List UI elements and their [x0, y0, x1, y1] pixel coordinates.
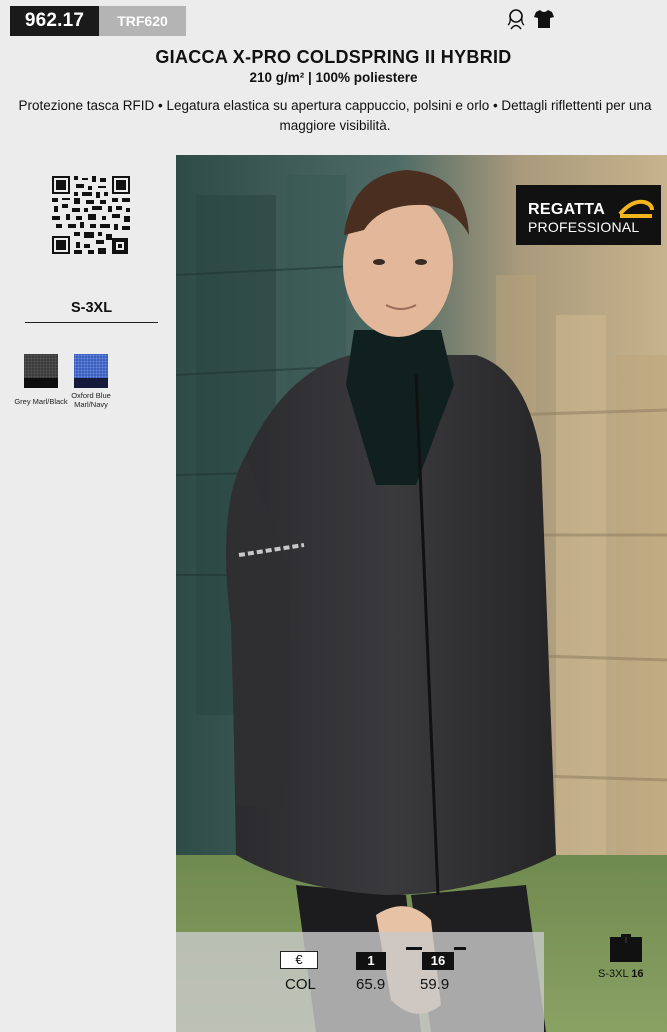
product-photo [176, 155, 667, 1032]
qr-code[interactable] [50, 174, 132, 256]
swatch-top [24, 354, 58, 378]
box-icon [609, 933, 643, 963]
price-tier-1: 65.9 [356, 976, 386, 993]
price-tier-16: 59.9 [420, 976, 450, 993]
woman-icon [505, 8, 527, 30]
header-icons [505, 8, 555, 30]
pack-info: S-3XL 16 [598, 968, 643, 980]
size-divider [25, 322, 158, 323]
pack-size: S-3XL [598, 968, 632, 980]
product-subtitle: 210 g/m² | 100% poliestere [249, 70, 418, 85]
color-swatch-oxford-blue-navy[interactable] [74, 354, 108, 388]
brand-logo: REGATTA PROFESSIONAL [516, 185, 661, 245]
qty-tier-1: 1 [356, 952, 386, 970]
currency-header: € [280, 951, 318, 969]
left-column [0, 155, 176, 1032]
product-features: Protezione tasca RFID • Legatura elastic… [18, 98, 652, 133]
product-sku: TRF620 [99, 6, 186, 36]
color-swatch-grey-marl-black[interactable] [24, 354, 58, 388]
product-title: GIACCA X-PRO COLDSPRING II HYBRID [155, 47, 512, 67]
col-label: COL [285, 976, 316, 993]
qty-tick-right [454, 947, 466, 950]
qty-tick-left [406, 947, 422, 950]
swatch-top [74, 354, 108, 378]
brand-line1: REGATTA [528, 201, 606, 218]
swatch-bottom [24, 378, 58, 388]
brand-mark-icon [618, 199, 654, 218]
brand-line2: PROFESSIONAL [528, 219, 640, 235]
qty-tier-16: 16 [422, 952, 454, 970]
swatch-bottom [74, 378, 108, 388]
shirt-icon [533, 8, 555, 30]
color-label: Oxford Blue Marl/Navy [71, 391, 111, 409]
product-code: 962.17 [10, 6, 99, 36]
pack-qty: 16 [631, 968, 644, 980]
size-range: S-3XL [70, 300, 113, 316]
